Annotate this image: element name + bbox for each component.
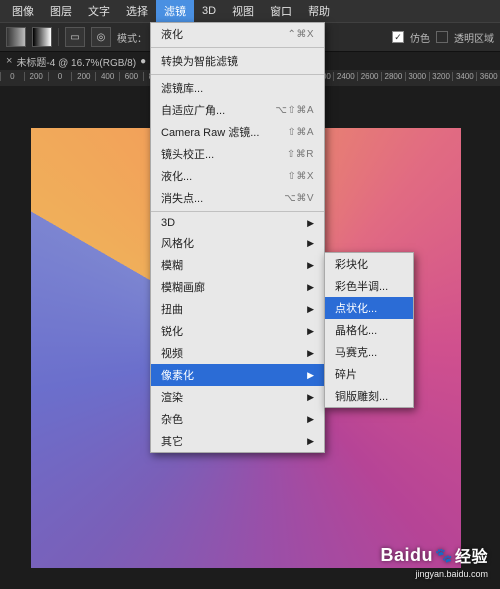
menu-filter[interactable]: 滤镜 — [156, 0, 194, 22]
pixelate-submenu: 彩块化彩色半调...点状化...晶格化...马赛克...碎片铜版雕刻... — [324, 252, 414, 408]
menu-select[interactable]: 选择 — [118, 0, 156, 22]
ruler-tick: 0 — [48, 72, 72, 81]
ruler-tick: 3200 — [429, 72, 453, 81]
filter-last-shortcut: ⌃⌘X — [287, 29, 314, 40]
menu-separator — [151, 211, 324, 212]
ruler-tick: 3600 — [476, 72, 500, 81]
chevron-right-icon: ▶ — [307, 348, 314, 359]
filter-category-锐化[interactable]: 锐化▶ — [151, 320, 324, 342]
mode-label: 模式： — [117, 30, 147, 45]
filter-category-风格化[interactable]: 风格化▶ — [151, 232, 324, 254]
ruler-tick: 200 — [71, 72, 95, 81]
document-tab[interactable]: × 未标题-4 @ 16.7%(RGB/8) ● — [6, 54, 146, 69]
gradient-radial-icon[interactable]: ◎ — [91, 27, 111, 47]
ruler-tick: 400 — [95, 72, 119, 81]
chevron-right-icon: ▶ — [307, 238, 314, 249]
ruler-tick: 3000 — [405, 72, 429, 81]
menu-view[interactable]: 视图 — [224, 0, 262, 22]
menu-text[interactable]: 文字 — [80, 0, 118, 22]
ruler-tick: 2400 — [333, 72, 357, 81]
pixelate-item[interactable]: 彩块化 — [325, 253, 413, 275]
chevron-right-icon: ▶ — [307, 282, 314, 293]
filter-category-3D[interactable]: 3D▶ — [151, 214, 324, 232]
pixelate-item[interactable]: 马赛克... — [325, 341, 413, 363]
menu-3d[interactable]: 3D — [194, 0, 224, 22]
filter-item[interactable]: Camera Raw 滤镜...⇧⌘A — [151, 121, 324, 143]
chevron-right-icon: ▶ — [307, 436, 314, 447]
chevron-right-icon: ▶ — [307, 218, 314, 229]
filter-item[interactable]: 自适应广角...⌥⇧⌘A — [151, 99, 324, 121]
pixelate-item[interactable]: 铜版雕刻... — [325, 385, 413, 407]
chevron-right-icon: ▶ — [307, 260, 314, 271]
filter-item[interactable]: 液化...⇧⌘X — [151, 165, 324, 187]
filter-item[interactable]: 消失点...⌥⌘V — [151, 187, 324, 209]
watermark: Baidu 🐾 经验 — [381, 543, 488, 567]
filter-category-杂色[interactable]: 杂色▶ — [151, 408, 324, 430]
filter-item[interactable]: 镜头校正...⇧⌘R — [151, 143, 324, 165]
chevron-right-icon: ▶ — [307, 304, 314, 315]
transparency-checkbox[interactable] — [436, 31, 448, 43]
menu-layer[interactable]: 图层 — [42, 0, 80, 22]
menubar: 图像 图层 文字 选择 滤镜 3D 视图 窗口 帮助 — [0, 0, 500, 22]
filter-item[interactable]: 滤镜库... — [151, 77, 324, 99]
filter-category-扭曲[interactable]: 扭曲▶ — [151, 298, 324, 320]
menu-help[interactable]: 帮助 — [300, 0, 338, 22]
filter-convert-smart[interactable]: 转换为智能滤镜 — [151, 50, 324, 72]
filter-category-渲染[interactable]: 渲染▶ — [151, 386, 324, 408]
transparency-label: 透明区域 — [454, 30, 494, 45]
chevron-right-icon: ▶ — [307, 392, 314, 403]
menu-separator — [151, 47, 324, 48]
filter-menu-dropdown: 液化 ⌃⌘X 转换为智能滤镜 滤镜库...自适应广角...⌥⇧⌘ACamera … — [150, 22, 325, 453]
filter-category-视频[interactable]: 视频▶ — [151, 342, 324, 364]
filter-category-像素化[interactable]: 像素化▶ — [151, 364, 324, 386]
ruler-tick: 2600 — [357, 72, 381, 81]
ruler-tick: 200 — [24, 72, 48, 81]
watermark-suffix: 经验 — [455, 543, 488, 567]
ruler-tick: 2800 — [381, 72, 405, 81]
filter-last-label: 液化 — [161, 26, 183, 42]
pixelate-item[interactable]: 彩色半调... — [325, 275, 413, 297]
chevron-right-icon: ▶ — [307, 326, 314, 337]
dither-checkbox[interactable]: ✓ — [392, 31, 404, 43]
watermark-brand: Baidu — [381, 545, 434, 566]
pixelate-item[interactable]: 点状化... — [325, 297, 413, 319]
filter-last[interactable]: 液化 ⌃⌘X — [151, 23, 324, 45]
gradient-linear-icon[interactable]: ▭ — [65, 27, 85, 47]
tab-modified-dot: ● — [140, 56, 146, 67]
menu-image[interactable]: 图像 — [4, 0, 42, 22]
paw-icon: 🐾 — [435, 547, 453, 564]
close-icon[interactable]: × — [6, 55, 12, 67]
pixelate-item[interactable]: 碎片 — [325, 363, 413, 385]
filter-category-模糊画廊[interactable]: 模糊画廊▶ — [151, 276, 324, 298]
filter-category-模糊[interactable]: 模糊▶ — [151, 254, 324, 276]
dither-label: 仿色 — [410, 30, 430, 45]
separator — [58, 28, 59, 46]
chevron-right-icon: ▶ — [307, 414, 314, 425]
gradient-tool-icon[interactable] — [6, 27, 26, 47]
ruler-tick: 600 — [119, 72, 143, 81]
gradient-preset-icon[interactable] — [32, 27, 52, 47]
ruler-tick: 3400 — [452, 72, 476, 81]
ruler-tick: 0 — [0, 72, 24, 81]
watermark-url: jingyan.baidu.com — [415, 569, 488, 579]
pixelate-item[interactable]: 晶格化... — [325, 319, 413, 341]
filter-category-其它[interactable]: 其它▶ — [151, 430, 324, 452]
menu-window[interactable]: 窗口 — [262, 0, 300, 22]
menu-separator — [151, 74, 324, 75]
tab-title: 未标题-4 @ 16.7%(RGB/8) — [16, 54, 136, 69]
chevron-right-icon: ▶ — [307, 370, 314, 381]
